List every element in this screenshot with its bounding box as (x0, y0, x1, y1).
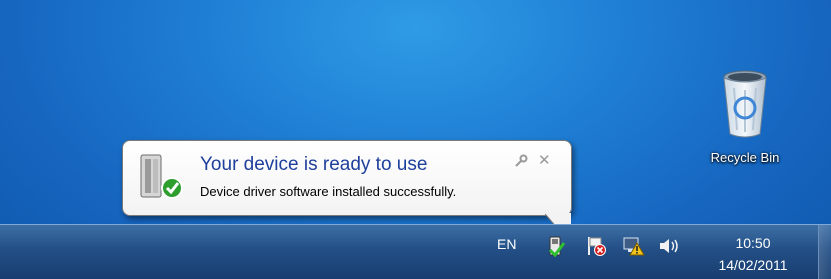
close-icon[interactable]: ✕ (538, 151, 551, 169)
taskbar: EN 10:50 14/02/2011 (0, 224, 831, 279)
recycle-bin-icon (723, 70, 767, 138)
usb-device-icon[interactable] (545, 235, 567, 259)
language-indicator[interactable]: EN (497, 236, 516, 252)
notification-message: Device driver software installed success… (200, 184, 457, 199)
wrench-icon[interactable] (514, 154, 528, 168)
notification-balloon[interactable]: Your device is ready to use Device drive… (122, 140, 572, 245)
network-icon[interactable] (622, 235, 646, 257)
volume-icon[interactable] (657, 235, 681, 257)
action-center-icon[interactable] (585, 235, 607, 257)
device-installed-icon (140, 154, 183, 199)
recycle-bin-shortcut[interactable]: Recycle Bin (700, 68, 790, 165)
clock-date: 14/02/2011 (718, 257, 788, 273)
recycle-bin-label: Recycle Bin (710, 150, 780, 165)
show-desktop-button[interactable] (818, 225, 831, 279)
notification-title: Your device is ready to use (200, 154, 428, 175)
system-clock[interactable]: 10:50 14/02/2011 (698, 232, 808, 276)
clock-time: 10:50 (735, 235, 771, 251)
